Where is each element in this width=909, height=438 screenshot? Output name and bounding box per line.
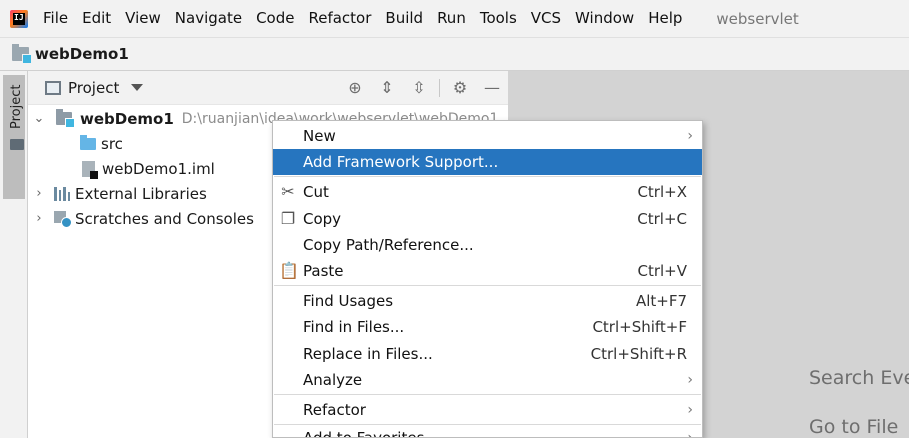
context-find-in-files-label: Find in Files... xyxy=(303,318,405,336)
context-copy-path[interactable]: Copy Path/Reference... xyxy=(273,232,702,258)
menu-view[interactable]: View xyxy=(118,0,168,37)
clipboard-icon: 📋 xyxy=(279,261,299,280)
context-copy-path-label: Copy Path/Reference... xyxy=(303,236,474,254)
tree-scratches-label: Scratches and Consoles xyxy=(75,209,254,228)
context-analyze-label: Analyze xyxy=(303,371,363,389)
context-find-usages[interactable]: Find Usages Alt+F7 xyxy=(273,288,702,314)
context-copy[interactable]: ❐ Copy Ctrl+C xyxy=(273,206,702,232)
module-folder-icon xyxy=(12,44,32,64)
context-paste[interactable]: 📋 Paste Ctrl+V xyxy=(273,258,702,284)
scratches-icon xyxy=(54,210,72,228)
menu-navigate[interactable]: Navigate xyxy=(168,0,249,37)
context-analyze[interactable]: Analyze › xyxy=(273,367,702,393)
main-menu-bar: IJ File Edit View Navigate Code Refactor… xyxy=(0,0,909,37)
menu-edit[interactable]: Edit xyxy=(75,0,118,37)
left-tool-stripe: Project xyxy=(0,71,28,438)
menu-vcs[interactable]: VCS xyxy=(524,0,568,37)
project-tool-header: Project ⊕ ⇕ ⇳ ⚙ — xyxy=(28,71,508,105)
tree-row-iml[interactable]: webDemo1.iml xyxy=(82,156,215,181)
context-refactor[interactable]: Refactor › xyxy=(273,397,702,423)
navigation-bar: webDemo1 xyxy=(0,37,909,71)
menu-refactor[interactable]: Refactor xyxy=(301,0,378,37)
menu-help[interactable]: Help xyxy=(641,0,689,37)
tree-src-label: src xyxy=(101,134,123,153)
menu-separator xyxy=(274,394,701,395)
context-new[interactable]: New › xyxy=(273,123,702,149)
breadcrumb-project[interactable]: webDemo1 xyxy=(35,45,129,63)
expand-all-icon[interactable]: ⇕ xyxy=(378,79,396,97)
editor-hint-goto: Go to File xyxy=(809,416,899,438)
project-view-icon xyxy=(45,80,61,95)
context-paste-label: Paste xyxy=(303,262,344,280)
tree-root-label: webDemo1 xyxy=(80,109,174,128)
toolbar-divider xyxy=(439,79,440,97)
module-folder-icon xyxy=(56,109,75,128)
context-cut-label: Cut xyxy=(303,183,329,201)
window-title: webservlet xyxy=(716,9,799,28)
tree-row-src[interactable]: src xyxy=(80,131,123,156)
menu-file[interactable]: File xyxy=(36,0,75,37)
copy-icon: ❐ xyxy=(280,209,296,228)
context-find-usages-shortcut: Alt+F7 xyxy=(635,292,687,310)
minimize-icon[interactable]: — xyxy=(483,79,501,97)
project-folder-icon xyxy=(10,139,24,150)
tree-row-scratches[interactable]: › Scratches and Consoles xyxy=(32,206,254,231)
tree-row-libraries[interactable]: › External Libraries xyxy=(32,181,207,206)
tree-iml-label: webDemo1.iml xyxy=(102,159,215,178)
chevron-right-icon: › xyxy=(687,430,693,438)
editor-hint-search: Search Eve xyxy=(809,367,909,389)
context-replace-in-files[interactable]: Replace in Files... Ctrl+Shift+R xyxy=(273,341,702,367)
collapse-all-icon[interactable]: ⇳ xyxy=(410,79,428,97)
chevron-right-icon: › xyxy=(687,128,693,144)
chevron-down-icon[interactable]: ⌄ xyxy=(32,111,46,126)
context-cut-shortcut: Ctrl+X xyxy=(637,183,687,201)
chevron-right-icon[interactable]: › xyxy=(32,186,46,201)
context-add-to-favorites-label: Add to Favorites xyxy=(303,429,425,438)
context-refactor-label: Refactor xyxy=(303,401,366,419)
context-find-in-files-shortcut: Ctrl+Shift+F xyxy=(592,318,687,336)
iml-file-icon xyxy=(82,160,98,179)
menu-window[interactable]: Window xyxy=(568,0,641,37)
context-new-label: New xyxy=(303,127,336,145)
context-add-to-favorites[interactable]: Add to Favorites › xyxy=(273,425,702,438)
chevron-right-icon[interactable]: › xyxy=(32,211,46,226)
chevron-down-icon[interactable] xyxy=(131,84,144,91)
locate-icon[interactable]: ⊕ xyxy=(346,79,364,97)
menu-code[interactable]: Code xyxy=(249,0,301,37)
scissors-icon: ✂ xyxy=(281,182,295,201)
menu-build[interactable]: Build xyxy=(378,0,430,37)
intellij-logo-icon: IJ xyxy=(10,9,28,28)
chevron-right-icon: › xyxy=(687,402,693,418)
project-tool-tab-label: Project xyxy=(9,84,24,129)
menu-separator xyxy=(274,285,701,286)
menu-run[interactable]: Run xyxy=(430,0,473,37)
context-add-framework-label: Add Framework Support... xyxy=(303,153,499,171)
context-find-usages-label: Find Usages xyxy=(303,292,394,310)
gear-icon[interactable]: ⚙ xyxy=(451,79,469,97)
tool-window-actions: ⊕ ⇕ ⇳ ⚙ — xyxy=(339,71,508,105)
chevron-right-icon: › xyxy=(687,372,693,388)
context-replace-in-files-label: Replace in Files... xyxy=(303,345,433,363)
context-copy-label: Copy xyxy=(303,210,342,228)
context-replace-in-files-shortcut: Ctrl+Shift+R xyxy=(590,345,687,363)
menu-separator xyxy=(274,176,701,177)
project-view-selector[interactable]: Project xyxy=(68,79,119,97)
context-copy-shortcut: Ctrl+C xyxy=(637,210,687,228)
context-find-in-files[interactable]: Find in Files... Ctrl+Shift+F xyxy=(273,314,702,340)
context-menu: New › Add Framework Support... ✂ Cut Ctr… xyxy=(272,120,703,438)
menu-tools[interactable]: Tools xyxy=(473,0,524,37)
context-cut[interactable]: ✂ Cut Ctrl+X xyxy=(273,179,702,205)
project-tool-tab[interactable]: Project xyxy=(3,75,25,199)
context-paste-shortcut: Ctrl+V xyxy=(637,262,687,280)
libraries-icon xyxy=(54,186,70,201)
source-folder-icon xyxy=(80,134,96,150)
context-add-framework-support[interactable]: Add Framework Support... xyxy=(273,149,702,175)
tree-libraries-label: External Libraries xyxy=(75,184,207,203)
